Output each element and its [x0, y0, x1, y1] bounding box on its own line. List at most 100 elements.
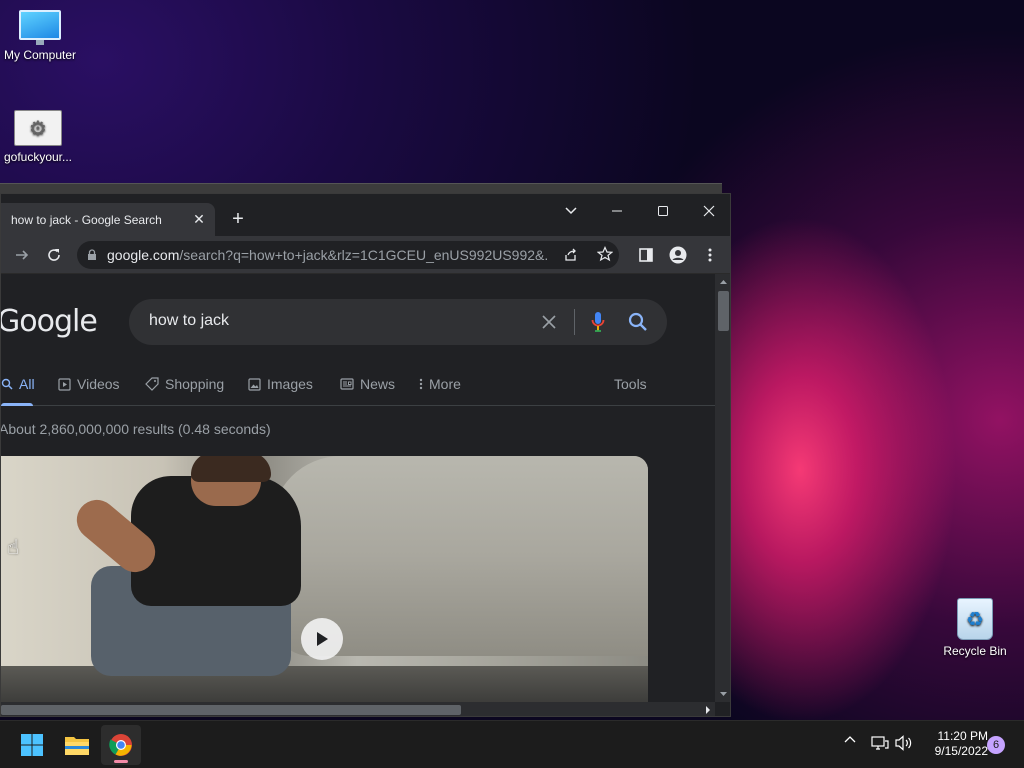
- search-divider: [574, 309, 575, 335]
- tab-images[interactable]: Images: [248, 376, 313, 392]
- address-bar[interactable]: google.com/search?q=how+to+jack&rlz=1C1G…: [77, 241, 619, 269]
- title-bar[interactable]: how to jack - Google Search ✕ +: [1, 194, 730, 236]
- url-host: google.com: [107, 247, 180, 263]
- arrow-right-icon: [16, 250, 29, 260]
- recycle-bin-icon: ♻: [957, 598, 993, 640]
- url-text[interactable]: google.com/search?q=how+to+jack&rlz=1C1G…: [107, 247, 547, 263]
- hand-cursor-icon: ☝: [7, 537, 20, 559]
- tab-title: how to jack - Google Search: [11, 212, 162, 227]
- reload-icon: [48, 249, 60, 261]
- image-icon: [248, 377, 261, 391]
- lock-icon: [88, 249, 96, 260]
- desktop-icon-recycle-bin[interactable]: ♻ Recycle Bin: [935, 598, 1015, 658]
- minimize-button[interactable]: [595, 198, 639, 224]
- chevron-down-icon: [565, 207, 577, 215]
- maximize-button[interactable]: [641, 198, 685, 224]
- clear-search-icon[interactable]: [537, 310, 561, 334]
- desktop-icon-label: Recycle Bin: [943, 644, 1007, 658]
- browser-tab[interactable]: how to jack - Google Search ✕: [1, 203, 215, 236]
- tab-shopping[interactable]: Shopping: [145, 376, 224, 392]
- maximize-icon: [658, 206, 668, 216]
- notification-badge[interactable]: 6: [987, 736, 1005, 754]
- reload-button[interactable]: [41, 242, 67, 268]
- microphone-icon[interactable]: [586, 310, 610, 334]
- tag-icon: [145, 377, 159, 391]
- tab-more[interactable]: More: [419, 376, 461, 392]
- start-button[interactable]: [12, 725, 52, 765]
- vertical-scroll-thumb[interactable]: [718, 291, 729, 331]
- scroll-up-icon: [720, 280, 727, 284]
- search-input[interactable]: how to jack: [149, 312, 229, 330]
- side-panel-button[interactable]: [633, 242, 659, 268]
- tab-label: More: [429, 376, 461, 392]
- scroll-down-icon: [720, 692, 727, 696]
- url-path: /search?q=how+to+jack&rlz=1C1GCEU_enUS99…: [179, 247, 547, 263]
- browser-toolbar: google.com/search?q=how+to+jack&rlz=1C1G…: [1, 236, 730, 274]
- play-icon: [317, 632, 328, 646]
- settings-file-icon: ⚙: [14, 110, 62, 146]
- chrome-taskbar-button[interactable]: [101, 725, 141, 765]
- more-vertical-icon: [708, 248, 712, 262]
- show-hidden-icons-button[interactable]: [844, 735, 856, 743]
- search-box[interactable]: how to jack: [129, 299, 667, 345]
- active-tab-indicator: [1, 403, 33, 406]
- menu-button[interactable]: [697, 242, 723, 268]
- search-icon[interactable]: [626, 310, 650, 334]
- volume-control[interactable]: [895, 735, 913, 751]
- tab-label: Videos: [77, 376, 120, 392]
- horizontal-scroll-thumb[interactable]: [1, 705, 461, 715]
- minimize-icon: [612, 210, 622, 212]
- close-window-button[interactable]: [687, 198, 730, 224]
- desktop-icon-settings-file[interactable]: ⚙ gofuckyour...: [0, 110, 78, 164]
- video-icon: [58, 377, 71, 391]
- scroll-right-icon: [706, 706, 710, 714]
- tab-close-icon[interactable]: ✕: [191, 211, 207, 227]
- google-logo[interactable]: Google: [1, 304, 98, 339]
- play-button[interactable]: [301, 618, 343, 660]
- system-clock[interactable]: 11:20 PM 9/15/2022: [920, 729, 988, 759]
- new-tab-button[interactable]: +: [227, 208, 249, 230]
- speaker-icon: [895, 735, 912, 751]
- start-icon: [21, 734, 43, 756]
- page-content: Google how to jack All Videos Shopping I…: [1, 274, 715, 702]
- tab-label: News: [360, 376, 396, 392]
- monitor-icon: [19, 10, 61, 45]
- clock-time: 11:20 PM: [937, 729, 988, 743]
- chrome-icon: [109, 734, 132, 756]
- tools-label: Tools: [614, 376, 647, 392]
- horizontal-scrollbar[interactable]: [1, 702, 715, 716]
- taskbar: 11:20 PM 9/15/2022 6: [0, 720, 1024, 768]
- desktop-icon-label: gofuckyour...: [3, 150, 73, 164]
- side-panel-icon: [639, 248, 653, 262]
- search-nav-tabs: All Videos Shopping Images News More Too…: [1, 366, 715, 406]
- tab-videos[interactable]: Videos: [58, 376, 120, 392]
- bookmark-star-icon[interactable]: [596, 246, 614, 267]
- network-icon: [871, 736, 889, 750]
- browser-window[interactable]: how to jack - Google Search ✕ + google.c…: [0, 193, 731, 717]
- profile-button[interactable]: [665, 242, 691, 268]
- tab-label: All: [19, 376, 35, 392]
- forward-button[interactable]: [9, 242, 35, 268]
- video-frame-person-hair: [191, 456, 271, 482]
- share-icon[interactable]: [563, 247, 579, 268]
- desktop-icon-my-computer[interactable]: My Computer: [0, 10, 80, 62]
- vertical-scrollbar[interactable]: [715, 274, 730, 702]
- tab-label: Shopping: [165, 376, 225, 392]
- clock-date: 9/15/2022: [934, 744, 988, 758]
- tab-label: Images: [267, 376, 313, 392]
- active-app-indicator: [114, 760, 128, 763]
- file-explorer-button[interactable]: [57, 725, 97, 765]
- tab-search-button[interactable]: [549, 198, 593, 224]
- news-icon: [340, 378, 354, 390]
- search-icon: [1, 378, 13, 390]
- file-explorer-icon: [65, 737, 89, 755]
- desktop-icon-label: My Computer: [3, 48, 77, 62]
- video-result-thumbnail[interactable]: [1, 456, 648, 702]
- result-stats: About 2,860,000,000 results (0.48 second…: [1, 421, 271, 437]
- tab-news[interactable]: News: [340, 376, 395, 392]
- tab-all[interactable]: All: [1, 376, 35, 392]
- close-icon: [703, 205, 715, 217]
- tools-button[interactable]: Tools: [614, 376, 647, 392]
- profile-icon: [669, 246, 687, 264]
- network-status[interactable]: [871, 735, 889, 751]
